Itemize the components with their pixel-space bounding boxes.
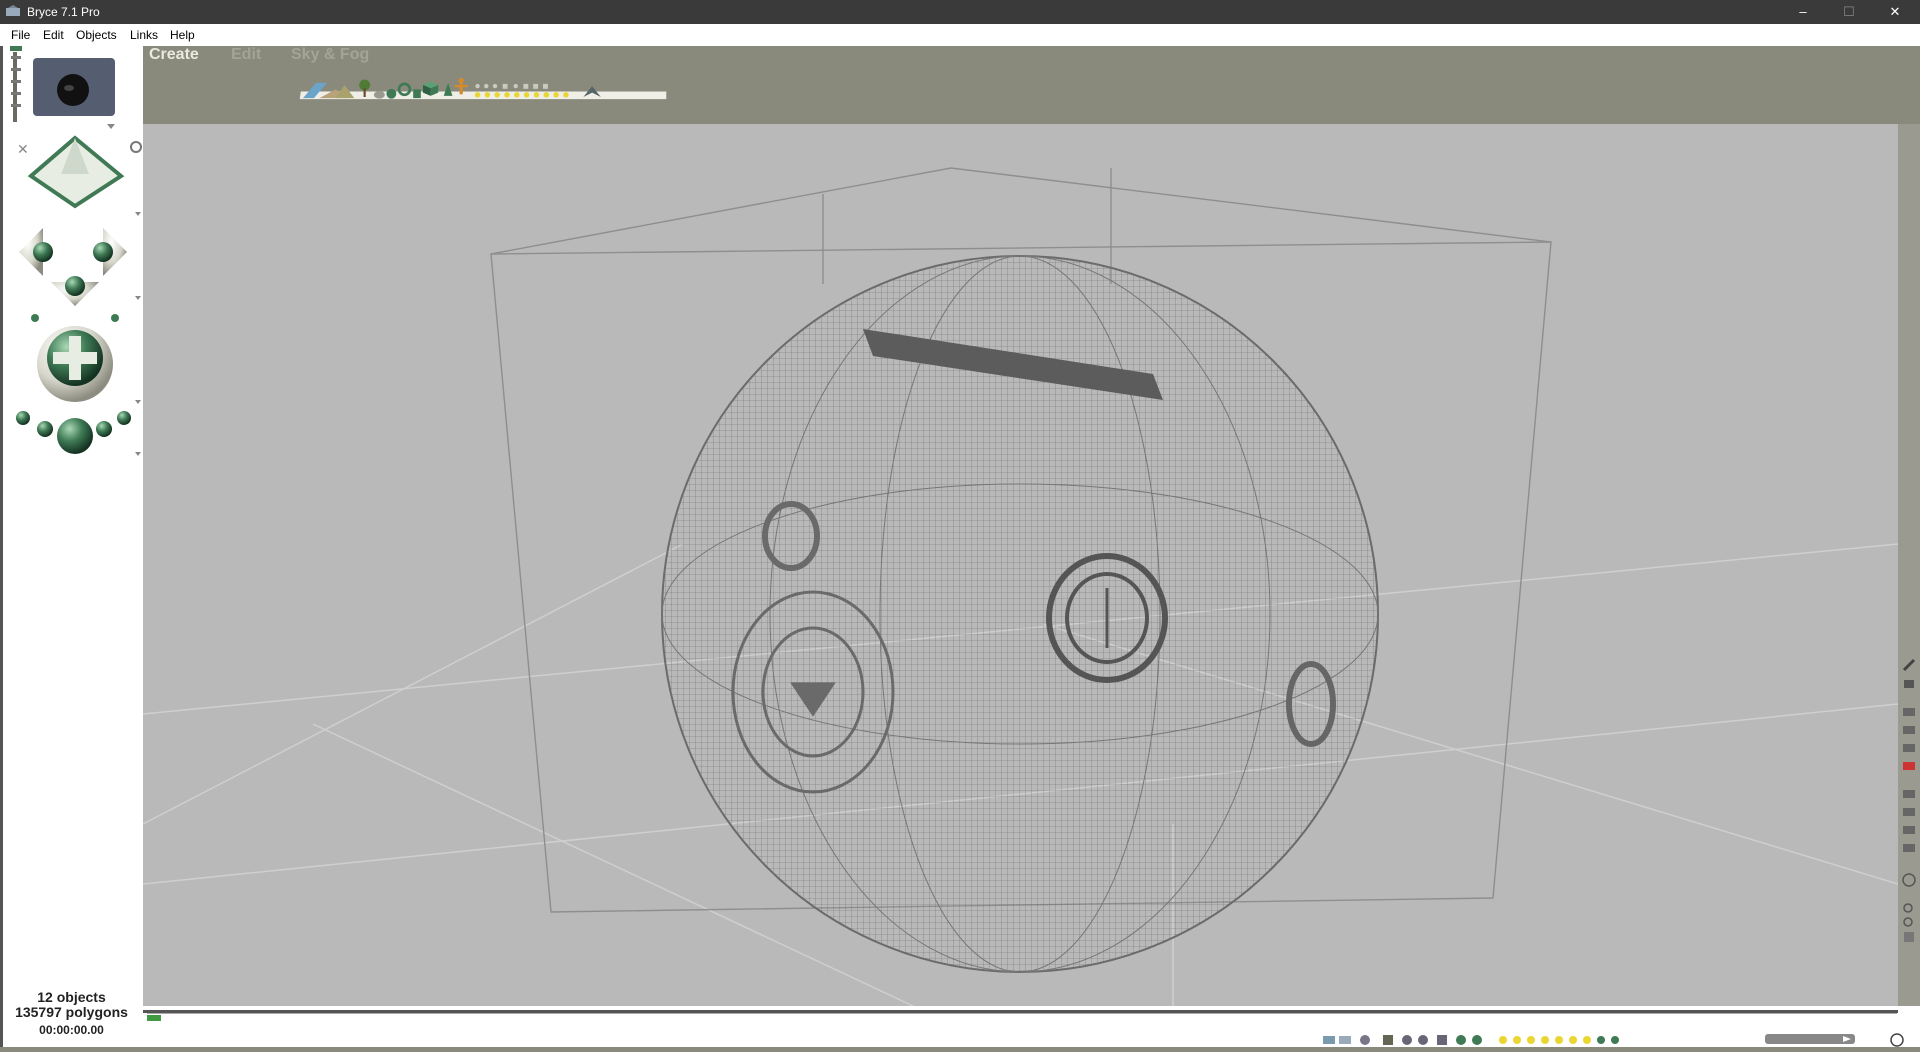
radio-icon[interactable] <box>130 141 142 153</box>
polygons-count: 135797 polygons <box>15 1004 128 1020</box>
brush-icon[interactable] <box>1902 658 1916 672</box>
menu-bar: File Edit Objects Links Help <box>0 24 1920 46</box>
left-control-panel: ✕ <box>0 46 143 1047</box>
top-toolbar: Create Edit Sky & Fog <box>143 46 1920 124</box>
menu-file[interactable]: File <box>11 28 30 42</box>
rock-icon[interactable] <box>373 91 385 99</box>
light-options-icon[interactable] <box>1499 1036 1619 1044</box>
display-mode-icon[interactable] <box>1903 790 1915 852</box>
view-icon[interactable] <box>1903 708 1915 770</box>
tab-edit[interactable]: Edit <box>231 46 261 64</box>
camera-slider-icon[interactable] <box>10 46 22 122</box>
menu-objects[interactable]: Objects <box>76 28 117 42</box>
camera-trackball-icon[interactable] <box>27 135 141 216</box>
tab-sky-fog[interactable]: Sky & Fog <box>291 46 369 64</box>
camera-icon[interactable]: ✕ <box>17 141 29 157</box>
zoom-orb-icon[interactable] <box>16 411 141 456</box>
close-button[interactable]: ✕ <box>1872 0 1918 24</box>
preview-thumbnail-icon[interactable] <box>33 58 115 129</box>
animation-time: 00:00:00.00 <box>39 1023 104 1037</box>
globe-icon[interactable] <box>1902 873 1916 887</box>
hand-icon[interactable] <box>1904 932 1914 942</box>
menu-help[interactable]: Help <box>170 28 195 42</box>
title-bar: Bryce 7.1 Pro – ☐ ✕ <box>0 0 1920 24</box>
zoom-icon[interactable] <box>1903 903 1913 927</box>
mini-shape-row-icon[interactable] <box>475 83 548 89</box>
3d-viewport[interactable] <box>142 124 1899 1007</box>
eraser-icon[interactable] <box>1904 680 1914 688</box>
pan-arrows-icon[interactable] <box>19 228 141 322</box>
nav-controls: ✕ <box>10 46 142 456</box>
bottom-bar <box>143 1006 1920 1047</box>
objects-count: 12 objects <box>37 989 106 1005</box>
scene-stats: 12 objects 135797 polygons 00:00:00.00 <box>0 990 143 1038</box>
cone-icon[interactable] <box>443 82 453 96</box>
wireframe-scene <box>142 167 1899 1007</box>
porthole-shape <box>1046 553 1168 683</box>
menu-edit[interactable]: Edit <box>43 28 64 42</box>
globe-icon[interactable] <box>1890 1033 1904 1047</box>
cylinder-icon[interactable] <box>413 89 421 99</box>
maximize-button[interactable]: ☐ <box>1826 0 1872 24</box>
right-tool-strip <box>1898 124 1920 1006</box>
timeline-slider[interactable] <box>143 1010 1898 1021</box>
minimize-button[interactable]: – <box>1780 0 1826 24</box>
display-options-icon[interactable] <box>1323 1035 1482 1045</box>
play-controls-icon[interactable] <box>1765 1034 1855 1044</box>
menu-links[interactable]: Links <box>130 28 158 42</box>
tab-create[interactable]: Create <box>149 46 199 64</box>
object-palette <box>299 77 667 100</box>
object-trackball-icon[interactable] <box>37 326 141 404</box>
sphere-icon[interactable] <box>386 88 397 99</box>
window-title: Bryce 7.1 Pro <box>27 5 100 19</box>
bryce-app-icon <box>6 5 20 16</box>
